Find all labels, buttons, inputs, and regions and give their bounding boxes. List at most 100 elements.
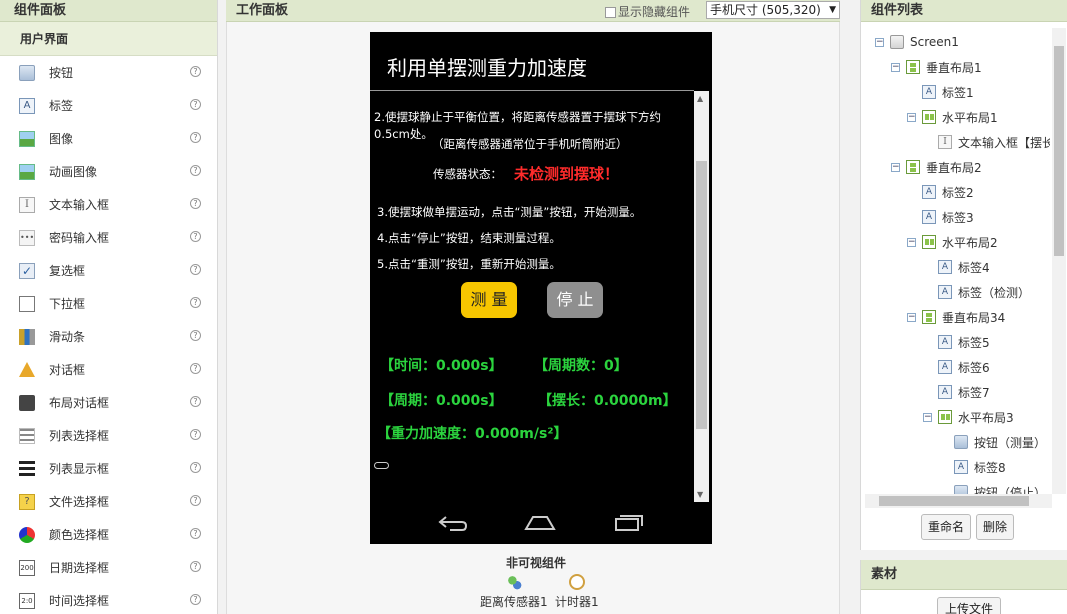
screen-size-select[interactable]: 手机尺寸 (505,320) ▼ bbox=[706, 1, 840, 19]
scroll-down-icon[interactable]: ▼ bbox=[697, 490, 703, 499]
back-icon[interactable] bbox=[436, 511, 470, 533]
palette-item[interactable]: A 标签? bbox=[0, 89, 217, 122]
help-icon[interactable]: ? bbox=[190, 495, 201, 506]
tree-node[interactable]: A 标签4 bbox=[923, 257, 990, 277]
delete-button[interactable]: 删除 bbox=[976, 514, 1014, 540]
palette-item[interactable]: 下拉框? bbox=[0, 287, 217, 320]
tree-node[interactable]: I 文本输入框【摆长 bbox=[923, 132, 1050, 152]
help-icon[interactable]: ? bbox=[190, 165, 201, 176]
sensor-status-value[interactable]: 未检测到摆球！ bbox=[514, 163, 619, 184]
tree-node[interactable]: A 标签1 bbox=[907, 82, 974, 102]
help-icon[interactable]: ? bbox=[190, 594, 201, 605]
stop-button[interactable]: 停 止 bbox=[547, 282, 603, 318]
phone-scrollbar[interactable]: ▲ ▼ bbox=[694, 91, 709, 502]
upload-file-button[interactable]: 上传文件 bbox=[937, 597, 1001, 614]
tree-node[interactable]: A 标签7 bbox=[923, 382, 990, 402]
scroll-up-icon[interactable]: ▲ bbox=[697, 94, 703, 103]
help-icon[interactable]: ? bbox=[190, 132, 201, 143]
rename-button[interactable]: 重命名 bbox=[921, 514, 971, 540]
period-count-label[interactable]: 【周期数：0】 bbox=[534, 355, 628, 375]
period-label[interactable]: 【周期：0.000s】 bbox=[380, 390, 503, 410]
tree-vertical-scrollbar[interactable] bbox=[1052, 28, 1066, 494]
help-icon[interactable]: ? bbox=[190, 429, 201, 440]
tree-node[interactable]: − Screen1 bbox=[875, 32, 959, 52]
help-icon[interactable]: ? bbox=[190, 264, 201, 275]
tree-node[interactable]: A 标签2 bbox=[907, 182, 974, 202]
palette-item[interactable]: 图像? bbox=[0, 122, 217, 155]
palette-item[interactable]: 对话框? bbox=[0, 353, 217, 386]
tree-node[interactable]: − 垂直布局1 bbox=[891, 57, 982, 77]
tree-node[interactable]: A 标签5 bbox=[923, 332, 990, 352]
step2-note-label[interactable]: （距离传感器通常位于手机听筒附近） bbox=[432, 136, 628, 153]
tree-node[interactable]: − 水平布局2 bbox=[907, 232, 998, 252]
help-icon[interactable]: ? bbox=[190, 330, 201, 341]
collapse-toggle-icon[interactable]: − bbox=[923, 412, 932, 422]
tree-node[interactable]: 按钮（停止） bbox=[939, 482, 1046, 494]
collapse-toggle-icon[interactable]: − bbox=[907, 237, 916, 247]
collapse-toggle-icon[interactable]: − bbox=[907, 112, 916, 122]
palette-item[interactable]: 动画图像? bbox=[0, 155, 217, 188]
tree-node[interactable]: A 标签8 bbox=[939, 457, 1006, 477]
palette-title: 组件面板 bbox=[0, 0, 217, 22]
pendulum-length-label[interactable]: 【摆长：0.0000m】 bbox=[538, 390, 677, 410]
help-icon[interactable]: ? bbox=[190, 528, 201, 539]
time-label[interactable]: 【时间：0.000s】 bbox=[380, 355, 503, 375]
phone-preview[interactable]: 利用单摆测重力加速度 2.使摆球静止于平衡位置，将距离传感器置于摆球下方约0.5… bbox=[370, 32, 712, 544]
sensor-status-label[interactable]: 传感器状态： bbox=[433, 166, 502, 182]
help-icon[interactable]: ? bbox=[190, 462, 201, 473]
tree-node-label: 标签7 bbox=[958, 385, 990, 400]
measure-button[interactable]: 测 量 bbox=[461, 282, 517, 318]
checkbox-box[interactable] bbox=[605, 7, 616, 18]
palette-item[interactable]: I 文本输入框? bbox=[0, 188, 217, 221]
timer-component[interactable]: 计时器1 bbox=[555, 574, 599, 610]
palette-item[interactable]: 列表选择框? bbox=[0, 419, 217, 452]
palette-item[interactable]: ✓ 复选框? bbox=[0, 254, 217, 287]
tree-node-label: 水平布局2 bbox=[942, 235, 998, 250]
tree-node[interactable]: A 标签（检测） bbox=[923, 282, 1030, 302]
help-icon[interactable]: ? bbox=[190, 231, 201, 242]
help-icon[interactable]: ? bbox=[190, 396, 201, 407]
palette-item[interactable]: 列表显示框? bbox=[0, 452, 217, 485]
palette-item[interactable]: 滑动条? bbox=[0, 320, 217, 353]
step4-label[interactable]: 4.点击“停止”按钮，结束测量过程。 bbox=[377, 230, 561, 247]
palette-group-user-interface[interactable]: 用户界面 bbox=[0, 22, 217, 56]
palette-item[interactable]: 按钮? bbox=[0, 56, 217, 89]
help-icon[interactable]: ? bbox=[190, 99, 201, 110]
palette-item[interactable]: 2:0 时间选择框? bbox=[0, 584, 217, 614]
tree-node[interactable]: 按钮（测量） bbox=[939, 432, 1046, 452]
help-icon[interactable]: ? bbox=[190, 66, 201, 77]
step5-label[interactable]: 5.点击“重测”按钮，重新开始测量。 bbox=[377, 256, 561, 273]
tree-hscroll-thumb[interactable] bbox=[879, 496, 1029, 506]
palette-item[interactable]: ••• 密码输入框? bbox=[0, 221, 217, 254]
recent-apps-icon[interactable] bbox=[612, 511, 646, 533]
tree-node[interactable]: − 水平布局1 bbox=[907, 107, 998, 127]
scroll-thumb[interactable] bbox=[696, 161, 707, 429]
tree-horizontal-scrollbar[interactable] bbox=[865, 494, 1052, 508]
help-icon[interactable]: ? bbox=[190, 198, 201, 209]
proximity-sensor-component[interactable]: 距离传感器1 bbox=[480, 574, 548, 610]
palette-item[interactable]: 布局对话框? bbox=[0, 386, 217, 419]
tree-scroll-thumb[interactable] bbox=[1054, 46, 1064, 256]
collapse-toggle-icon[interactable]: − bbox=[891, 162, 900, 172]
collapse-toggle-icon[interactable]: − bbox=[891, 62, 900, 72]
tree-node[interactable]: A 标签3 bbox=[907, 207, 974, 227]
palette-item[interactable]: ? 文件选择框? bbox=[0, 485, 217, 518]
palette-item[interactable]: 200 日期选择框? bbox=[0, 551, 217, 584]
tree-node[interactable]: − 垂直布局2 bbox=[891, 157, 982, 177]
home-icon[interactable] bbox=[523, 511, 557, 533]
tree-node[interactable]: A 标签6 bbox=[923, 357, 990, 377]
help-icon[interactable]: ? bbox=[190, 561, 201, 572]
viewer-header: 工作面板 显示隐藏组件 手机尺寸 (505,320) ▼ bbox=[226, 0, 840, 22]
help-icon[interactable]: ? bbox=[190, 363, 201, 374]
collapse-toggle-icon[interactable]: − bbox=[875, 37, 884, 47]
show-hidden-checkbox[interactable]: 显示隐藏组件 bbox=[605, 2, 690, 23]
step3-label[interactable]: 3.使摆球做单摆运动，点击“测量”按钮，开始测量。 bbox=[377, 204, 641, 221]
gravity-label[interactable]: 【重力加速度：0.000m/s²】 bbox=[377, 423, 567, 443]
tree-node[interactable]: − 垂直布局34 bbox=[907, 307, 1005, 327]
help-icon[interactable]: ? bbox=[190, 297, 201, 308]
tree-node-label: 水平布局3 bbox=[958, 410, 1014, 425]
collapse-toggle-icon[interactable]: − bbox=[907, 312, 916, 322]
tree-node[interactable]: − 水平布局3 bbox=[923, 407, 1014, 427]
palette-item[interactable]: 颜色选择框? bbox=[0, 518, 217, 551]
hidden-textbox[interactable] bbox=[374, 462, 389, 469]
